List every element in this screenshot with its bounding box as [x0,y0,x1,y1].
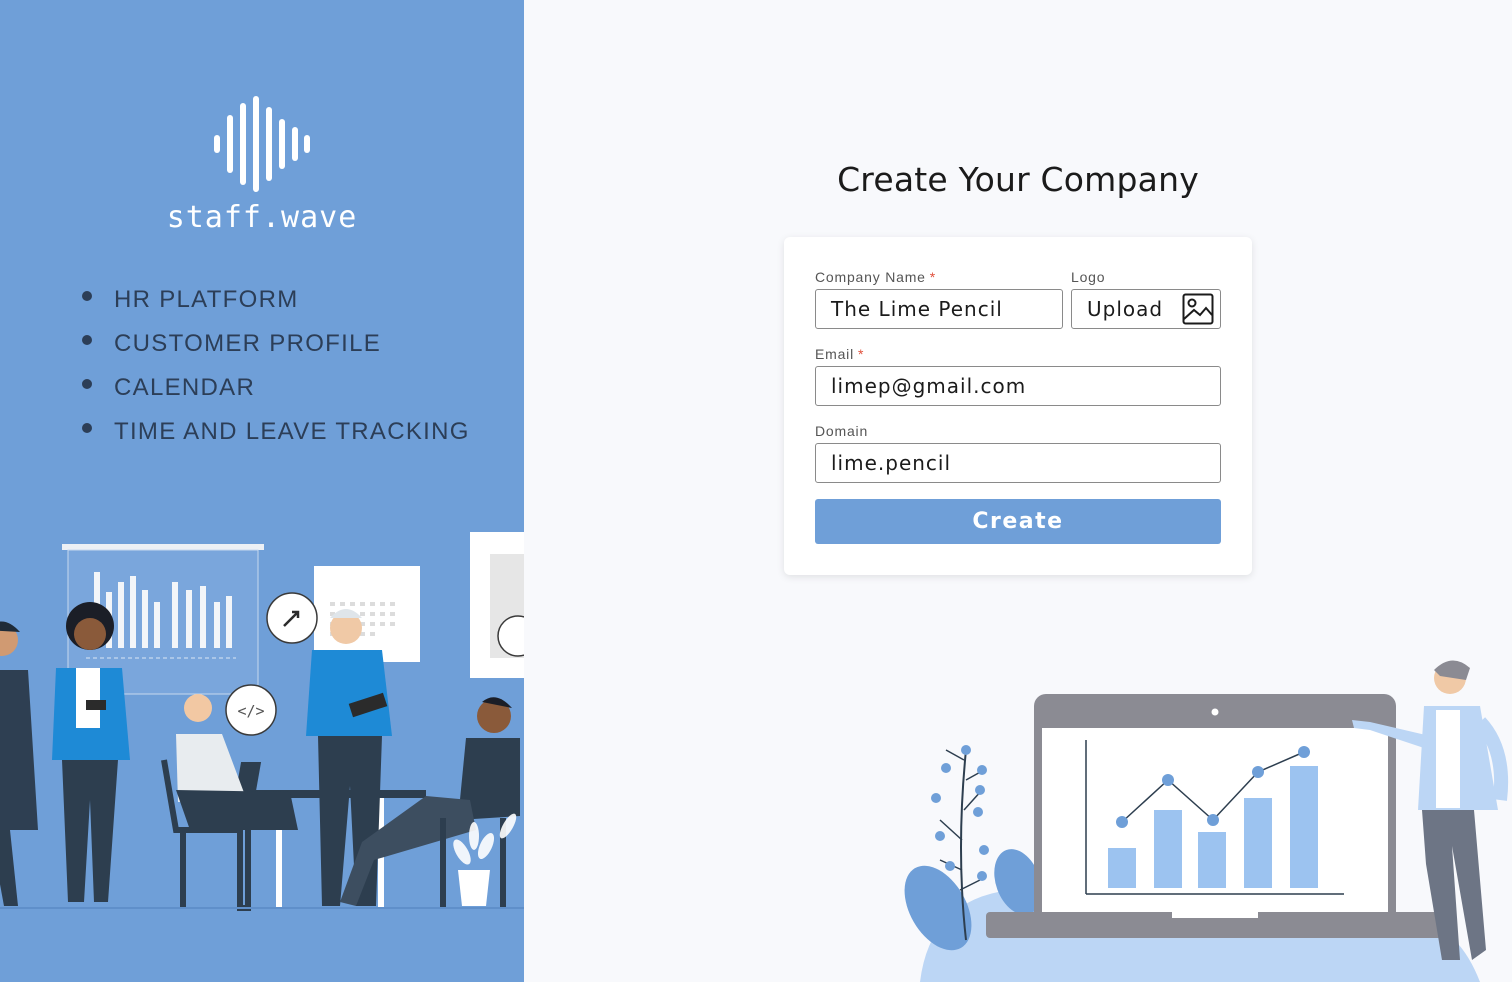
analytics-presentation-illustration [904,660,1509,982]
feature-list: HR PLATFORM CUSTOMER PROFILE CALENDAR TI… [80,278,470,454]
create-company-form: Company Name * The Lime Pencil Logo Uploa… [784,237,1252,575]
email-label: Email * [815,346,865,362]
domain-input[interactable]: lime.pencil [815,443,1221,483]
svg-text:</>: </> [237,702,264,720]
page-title: Create Your Company [837,160,1199,199]
office-team-illustration: </> [0,532,524,911]
domain-label: Domain [815,423,869,439]
required-indicator: * [929,269,937,285]
bullet-icon [82,379,92,389]
required-indicator: * [858,346,865,362]
company-name-input[interactable]: The Lime Pencil [815,289,1063,329]
feature-item: TIME AND LEAVE TRACKING [80,410,470,454]
bullet-icon [82,291,92,301]
feature-item: HR PLATFORM [80,278,470,322]
domain-value: lime.pencil [831,451,952,475]
brand-name: staff.wave [166,200,358,235]
logo-label: Logo [1071,269,1106,285]
sound-wave-icon [214,96,310,192]
feature-label: HR PLATFORM [114,286,299,313]
feature-label: TIME AND LEAVE TRACKING [114,418,470,445]
bullet-icon [82,423,92,433]
company-name-label: Company Name * [815,269,937,285]
feature-item: CUSTOMER PROFILE [80,322,470,366]
email-input[interactable]: limep@gmail.com [815,366,1221,406]
email-value: limep@gmail.com [831,374,1027,398]
image-icon [1182,293,1214,325]
company-name-value: The Lime Pencil [831,297,1003,321]
feature-label: CUSTOMER PROFILE [114,330,382,357]
create-button[interactable]: Create [815,499,1221,544]
feature-label: CALENDAR [114,374,256,401]
logo-upload-button[interactable]: Upload [1071,289,1221,329]
branding-panel: staff.wave HR PLATFORM CUSTOMER PROFILE … [0,0,524,982]
upload-label: Upload [1087,297,1164,321]
feature-item: CALENDAR [80,366,470,410]
bullet-icon [82,335,92,345]
